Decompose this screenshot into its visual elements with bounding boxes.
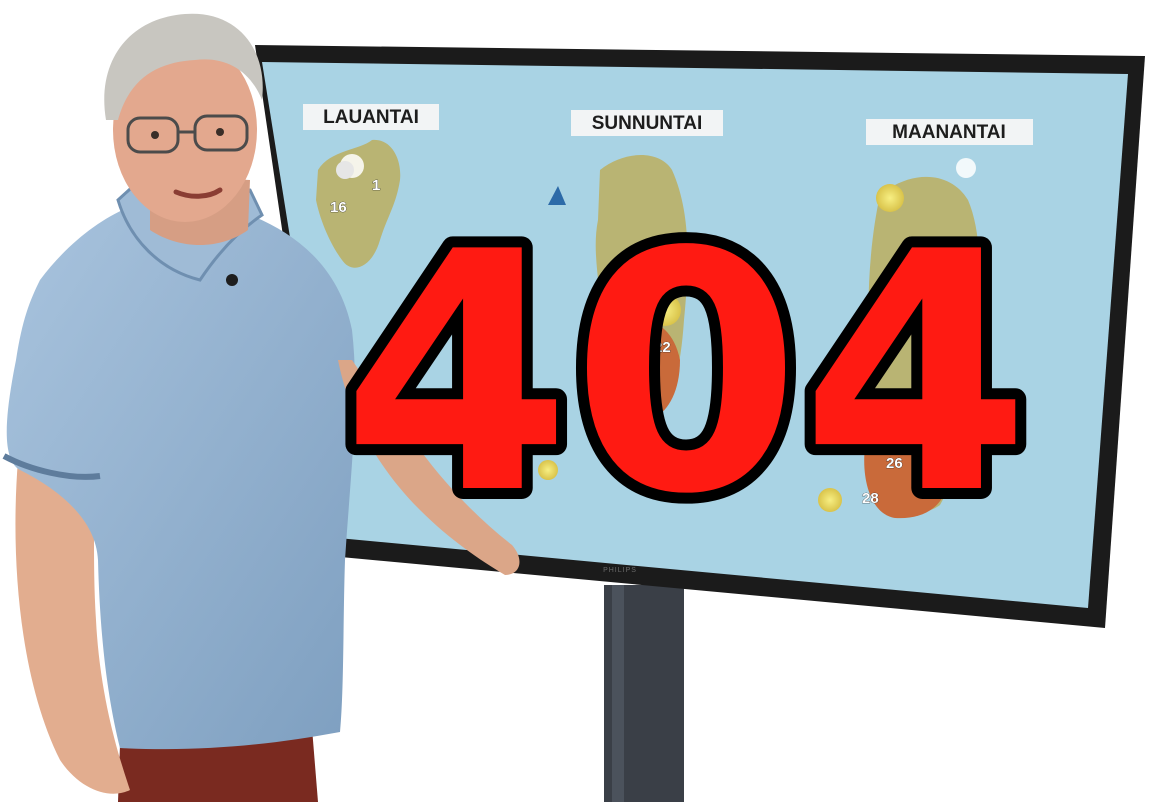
day-label-text: MAANANTAI [892, 122, 1006, 143]
microphone-icon [226, 274, 238, 286]
day-label-maanantai: MAANANTAI [866, 119, 1033, 145]
cloud-icon [956, 158, 976, 178]
day-label-text: LAUANTAI [323, 107, 419, 128]
error-404-scene: LAUANTAI SUNNUNTAI MAANANTAI 16 1 8 1 20… [0, 0, 1151, 802]
monitor-brand-logo: PHILIPS [603, 567, 637, 574]
error-code-404: 404 [342, 182, 1031, 566]
day-label-lauantai: LAUANTAI [303, 104, 439, 130]
scene-illustration: LAUANTAI SUNNUNTAI MAANANTAI 16 1 8 1 20… [2, 13, 1145, 802]
monitor-stand-highlight [612, 585, 624, 802]
cloud-icon [336, 161, 354, 179]
day-label-text: SUNNUNTAI [592, 113, 702, 134]
day-label-sunnuntai: SUNNUNTAI [571, 110, 723, 136]
